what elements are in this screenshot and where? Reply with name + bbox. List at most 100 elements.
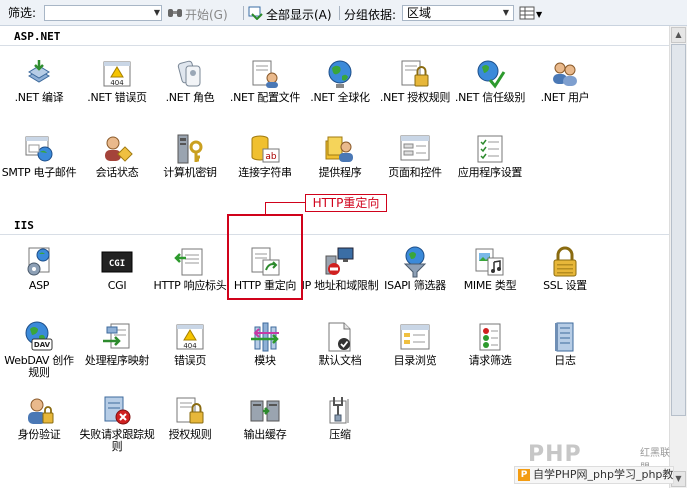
group-by-select[interactable]: 区域 ▼ [402, 5, 514, 21]
scroll-thumb[interactable] [671, 44, 686, 416]
feature-item[interactable]: 请求筛选 [451, 321, 529, 391]
feature-item[interactable]: 身份验证 [0, 395, 78, 465]
feature-item[interactable]: 输出缓存 [226, 395, 304, 465]
feature-label: .NET 配置文件 [229, 91, 301, 104]
feature-item[interactable]: 模块 [226, 321, 304, 391]
vertical-scrollbar[interactable]: ▲ ▼ [669, 26, 687, 488]
users-icon [549, 58, 581, 90]
authorization-icon [399, 58, 431, 90]
feature-item[interactable]: 压缩 [301, 395, 379, 465]
feature-label: .NET 角色 [165, 91, 215, 104]
mime-icon [474, 246, 506, 278]
feature-label: 错误页 [173, 354, 207, 367]
feature-label: IP 地址和域限制 [301, 279, 379, 292]
feature-item[interactable]: 应用程序设置 [451, 133, 529, 203]
feature-label: ISAPI 筛选器 [384, 279, 446, 292]
feature-item[interactable]: .NET 用户 [526, 58, 604, 128]
request-filter-icon [474, 321, 506, 353]
feature-label: SSL 设置 [543, 279, 587, 292]
feature-item[interactable]: ASP [0, 246, 78, 316]
http-redirect-highlight [227, 214, 303, 300]
section-title: ASP.NET [14, 30, 61, 43]
feature-label: 页面和控件 [388, 166, 442, 179]
compression-icon [324, 395, 356, 427]
show-all-button[interactable]: 全部显示(A) [248, 6, 332, 23]
feature-item[interactable]: .NET 编译 [0, 58, 78, 128]
feature-label: 处理程序映射 [84, 354, 150, 367]
feature-item[interactable]: .NET 全球化 [301, 58, 379, 128]
feature-item[interactable]: .NET 信任级别 [451, 58, 529, 128]
compile-icon [23, 58, 55, 90]
scroll-up-icon[interactable]: ▲ [671, 27, 686, 43]
session-icon [101, 133, 133, 165]
chevron-down-icon: ▼ [502, 8, 510, 17]
feature-label: WebDAV 创作规则 [4, 354, 74, 379]
section-header-aspnet[interactable]: ASP.NET [0, 28, 669, 46]
feature-item[interactable]: 404 .NET 错误页 [78, 58, 156, 128]
feature-item[interactable]: HTTP 响应标头 [151, 246, 229, 316]
asp-icon [23, 246, 55, 278]
svg-text:ab: ab [265, 152, 277, 162]
filter-dropdown-icon[interactable]: ▼ [152, 7, 162, 19]
feature-item[interactable]: .NET 角色 [151, 58, 229, 128]
group-by-label: 分组依据: [344, 8, 397, 22]
footer-text: 自学PHP网_php学习_php教 [533, 468, 674, 481]
feature-item[interactable]: 日志 [526, 321, 604, 391]
feature-item[interactable]: 会话状态 [78, 133, 156, 203]
feature-item[interactable]: 页面和控件 [376, 133, 454, 203]
start-button[interactable]: 开始(G) [167, 6, 228, 23]
feature-item[interactable]: IP 地址和域限制 [301, 246, 379, 316]
feature-item[interactable]: 目录浏览 [376, 321, 454, 391]
dir-browse-icon [399, 321, 431, 353]
feature-item[interactable]: ab 连接字符串 [226, 133, 304, 203]
pages-controls-icon [399, 133, 431, 165]
feature-item[interactable]: 失败请求跟踪规则 [78, 395, 156, 465]
ssl-lock-icon [549, 246, 581, 278]
http-headers-icon [174, 246, 206, 278]
section-header-iis[interactable]: IIS [0, 217, 669, 235]
feature-item[interactable]: ISAPI 筛选器 [376, 246, 454, 316]
filter-label: 筛选: [8, 6, 37, 20]
feature-label: 连接字符串 [238, 166, 292, 179]
feature-item[interactable]: MIME 类型 [451, 246, 529, 316]
smtp-icon [23, 133, 55, 165]
feature-label: .NET 编译 [14, 91, 64, 104]
footer-link[interactable]: P 自学PHP网_php学习_php教 [514, 466, 674, 484]
feature-label: 会话状态 [95, 166, 139, 179]
feature-label: .NET 授权规则 [379, 91, 451, 104]
app-settings-icon [474, 133, 506, 165]
svg-text:DAV: DAV [34, 341, 51, 349]
feature-item[interactable]: .NET 配置文件 [226, 58, 304, 128]
feature-label: 身份验证 [17, 428, 61, 441]
feature-label: HTTP 响应标头 [153, 279, 227, 292]
output-cache-icon [249, 395, 281, 427]
watermark: PHP 红黑联盟 [528, 442, 678, 474]
feature-item[interactable]: 处理程序映射 [78, 321, 156, 391]
cgi-icon: CGI [101, 246, 133, 278]
feature-item[interactable]: CGI CGI [78, 246, 156, 316]
globe-icon [324, 58, 356, 90]
feature-item[interactable]: DAV WebDAV 创作规则 [0, 321, 78, 391]
ip-restrict-icon [324, 246, 356, 278]
feature-label: .NET 全球化 [310, 91, 370, 104]
feature-item[interactable]: 默认文档 [301, 321, 379, 391]
feature-item[interactable]: SMTP 电子邮件 [0, 133, 78, 203]
default-doc-icon [324, 321, 356, 353]
feature-label: 模块 [254, 354, 276, 367]
feature-item[interactable]: 404 错误页 [151, 321, 229, 391]
view-button[interactable]: ▼ [519, 6, 542, 23]
feature-item[interactable]: 提供程序 [301, 133, 379, 203]
feature-item[interactable]: SSL 设置 [526, 246, 604, 316]
providers-icon [324, 133, 356, 165]
feature-item[interactable]: .NET 授权规则 [376, 58, 454, 128]
feature-label: 失败请求跟踪规则 [79, 428, 155, 453]
filter-input[interactable] [44, 5, 162, 21]
webdav-icon: DAV [23, 321, 55, 353]
trust-icon [474, 58, 506, 90]
roles-icon [174, 58, 206, 90]
feature-item[interactable]: 授权规则 [151, 395, 229, 465]
feature-label: 输出缓存 [243, 428, 287, 441]
auth-icon [23, 395, 55, 427]
show-all-label: 全部显示(A) [266, 8, 332, 22]
feature-item[interactable]: 计算机密钥 [151, 133, 229, 203]
